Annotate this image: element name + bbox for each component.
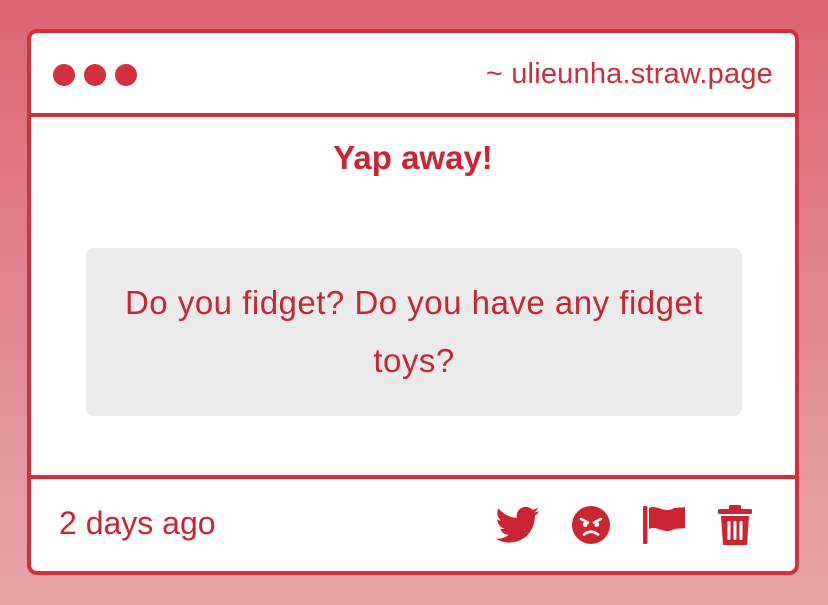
post-window: ~ ulieunha.straw.page Yap away! Do you f… [27, 29, 799, 575]
flag-icon [643, 506, 685, 544]
title-bar: ~ ulieunha.straw.page [31, 33, 795, 117]
delete-button[interactable] [717, 504, 753, 546]
page-url[interactable]: ~ ulieunha.straw.page [486, 56, 773, 91]
window-dot-close[interactable] [53, 64, 75, 86]
post-actions [496, 504, 753, 546]
trash-icon [718, 505, 752, 545]
question-text: Do you fidget? Do you have any fidget to… [124, 284, 704, 379]
report-button[interactable] [642, 505, 686, 545]
window-controls [53, 60, 137, 86]
post-content: Yap away! Do you fidget? Do you have any… [31, 117, 795, 479]
question-card: Do you fidget? Do you have any fidget to… [86, 248, 742, 416]
react-angry-button[interactable] [571, 505, 611, 545]
post-timestamp: 2 days ago [59, 504, 216, 541]
window-dot-maximize[interactable] [115, 64, 137, 86]
window-dot-minimize[interactable] [84, 64, 106, 86]
twitter-share-button[interactable] [496, 506, 540, 544]
page-title: Yap away! [333, 139, 493, 176]
post-footer: 2 days ago [31, 479, 795, 571]
angry-face-icon [572, 506, 610, 544]
twitter-icon [496, 506, 540, 543]
